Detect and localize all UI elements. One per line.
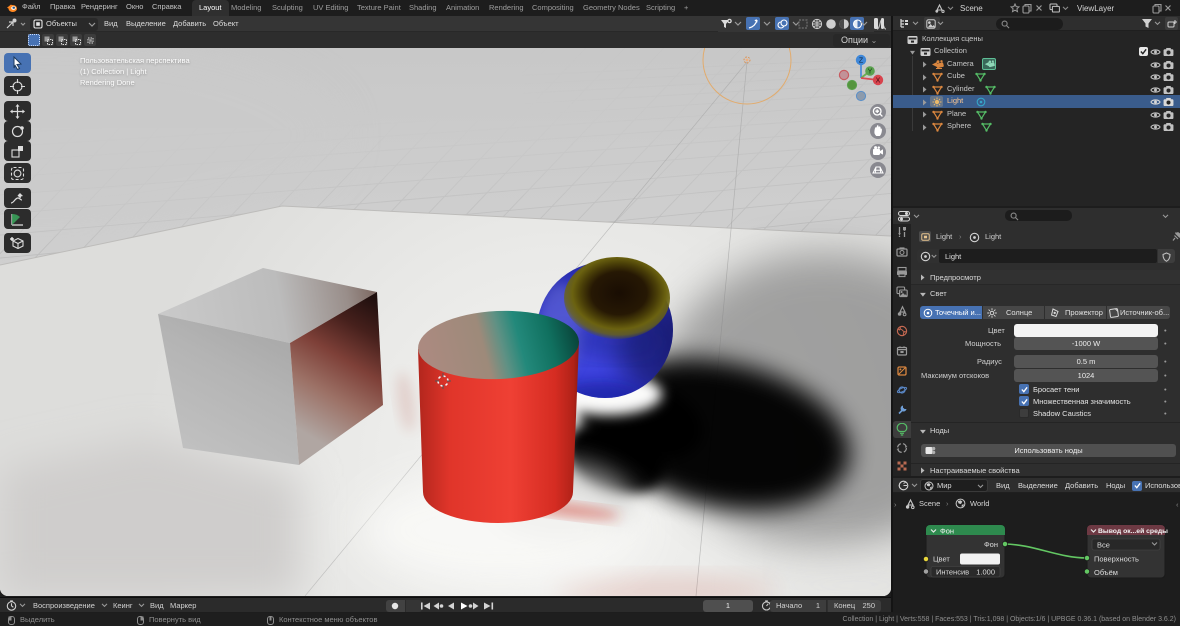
svg-text:Цвет: Цвет [933,555,950,564]
svg-text:Вывод ок...ей среды: Вывод ок...ей среды [1098,527,1168,535]
svg-text:Z: Z [859,58,864,65]
svg-text:Поверхность: Поверхность [1094,555,1139,564]
svg-text:Все: Все [1097,541,1110,550]
svg-text:X: X [876,78,881,85]
svg-text:Объём: Объём [1094,568,1118,577]
svg-text:Фон: Фон [984,540,998,549]
svg-text:Y: Y [868,69,873,76]
svg-text:1.000: 1.000 [976,568,995,577]
svg-text:Интенсив: Интенсив [936,568,969,577]
svg-text:Фон: Фон [940,527,954,536]
